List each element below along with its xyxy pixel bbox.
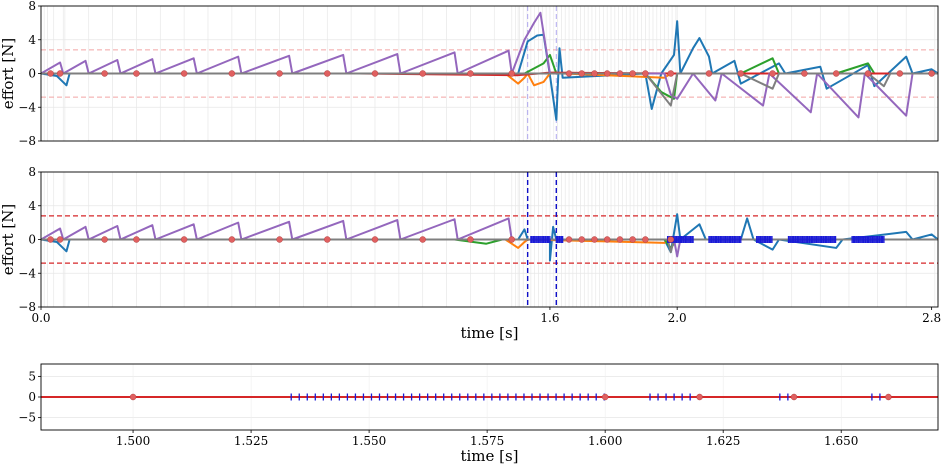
event-marker: [180, 70, 188, 77]
x-axis-label: time [s]: [460, 324, 518, 342]
series-line-4: [41, 11, 938, 119]
event-marker: [896, 70, 904, 77]
event-marker: [56, 236, 64, 243]
panel-middle: 840−4−80.0 1.6 2.0 2.8effort [N]time [s]: [0, 165, 941, 342]
figure: 840−4−8effort [N]840−4−80.0 1.6 2.0 2.8effo…: [0, 0, 941, 465]
panel-bottom: 5 0 −5 1.500 1.525 1.550 1.575 1.600 1.625 1.650 t…: [18, 363, 939, 465]
event-marker: [371, 70, 379, 77]
y-axis-label: effort [N]: [0, 204, 17, 275]
event-marker: [667, 70, 675, 77]
x-tick-label: 1.600: [588, 434, 622, 448]
plot-area: [41, 6, 938, 141]
event-marker: [705, 70, 713, 77]
event-marker: [228, 236, 236, 243]
event-marker: [696, 393, 703, 401]
y-tick-label: −8: [18, 134, 36, 148]
event-marker: [565, 236, 573, 243]
y-tick-label: 8: [28, 165, 36, 179]
event-marker: [129, 393, 137, 401]
event-marker: [56, 70, 64, 77]
x-tick-label: 1.625: [706, 434, 740, 448]
event-marker: [616, 236, 624, 243]
y-tick-label: 5: [28, 369, 36, 383]
event-marker: [591, 70, 598, 77]
event-marker: [629, 236, 636, 243]
event-marker: [864, 70, 872, 77]
plot-area: [41, 172, 938, 307]
event-marker: [228, 70, 236, 77]
event-marker: [371, 236, 379, 243]
event-marker: [133, 236, 140, 243]
event-marker: [47, 236, 54, 243]
event-marker: [565, 70, 573, 77]
x-tick-label: 2.8: [922, 311, 941, 325]
event-marker: [601, 393, 609, 401]
y-tick-label: 4: [28, 33, 36, 47]
event-marker: [642, 70, 649, 77]
plot-area: [41, 393, 938, 401]
x-tick-label: 0.0: [31, 311, 50, 325]
event-marker: [832, 70, 840, 77]
event-marker: [790, 393, 798, 401]
event-marker: [928, 70, 935, 77]
y-tick-label: −4: [18, 266, 36, 280]
event-marker: [616, 70, 624, 77]
event-marker: [419, 70, 426, 77]
event-marker: [467, 236, 474, 243]
event-marker: [603, 70, 611, 77]
event-marker: [101, 236, 108, 243]
event-marker: [508, 70, 516, 77]
event-marker: [578, 70, 585, 77]
series-line-5: [41, 72, 938, 107]
x-tick-label: 1.500: [116, 434, 150, 448]
event-marker: [47, 70, 54, 77]
x-tick-label: 1.650: [824, 434, 858, 448]
event-marker: [667, 236, 675, 243]
y-tick-label: −4: [18, 100, 36, 114]
event-marker: [180, 236, 188, 243]
event-marker: [133, 70, 140, 77]
x-tick-label: 1.525: [234, 434, 268, 448]
x-axis-label: time [s]: [460, 447, 518, 465]
event-marker: [324, 70, 331, 77]
y-tick-label: 0: [28, 390, 36, 404]
panel-top: 8 4 0 −4 −8 effort [N]: [0, 0, 939, 148]
x-tick-label: 2.0: [668, 311, 687, 325]
y-tick-label: 0: [28, 233, 36, 247]
y-tick-label: 0: [28, 67, 36, 81]
x-tick-label: 1.6: [540, 311, 559, 325]
event-marker: [276, 236, 283, 243]
x-tick-label: 1.575: [470, 434, 504, 448]
x-tick-label: 1.550: [352, 434, 386, 448]
event-marker: [737, 70, 745, 77]
y-tick-label: 4: [28, 199, 36, 213]
y-axis-label: effort [N]: [0, 38, 17, 109]
y-tick-label: 8: [28, 0, 36, 13]
event-marker: [642, 236, 649, 243]
event-marker: [324, 236, 331, 243]
event-marker: [603, 236, 611, 243]
event-marker: [801, 70, 808, 77]
series-line-2: [41, 53, 938, 100]
event-marker: [467, 70, 474, 77]
event-marker: [508, 236, 516, 243]
event-marker: [578, 236, 585, 243]
event-marker: [769, 70, 776, 77]
event-marker: [591, 236, 598, 243]
y-tick-label: −5: [18, 411, 36, 425]
event-marker: [419, 236, 426, 243]
event-marker: [629, 70, 636, 77]
event-marker: [101, 70, 108, 77]
event-marker: [276, 70, 283, 77]
event-marker: [885, 393, 892, 401]
